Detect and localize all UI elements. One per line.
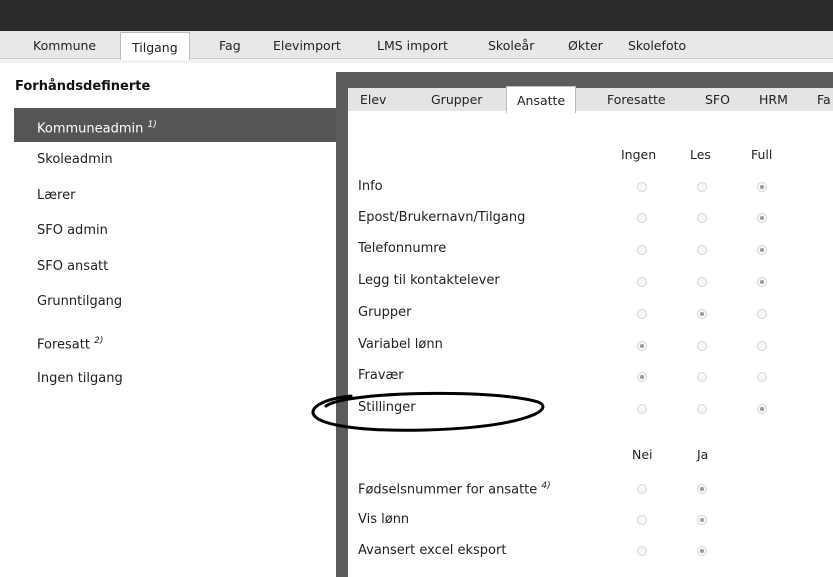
radio-button[interactable] xyxy=(757,182,767,192)
sidebar-item-grunntilgang[interactable]: Grunntilgang xyxy=(14,285,336,319)
row-label-fravaer: Fravær xyxy=(358,368,404,383)
radio-button[interactable] xyxy=(637,372,647,382)
tab-lms-import[interactable]: LMS import xyxy=(377,34,448,58)
radio-button[interactable] xyxy=(757,341,767,351)
radio-button[interactable] xyxy=(637,515,647,525)
radio-button[interactable] xyxy=(637,546,647,556)
radio-button[interactable] xyxy=(697,277,707,287)
radio-button[interactable] xyxy=(757,245,767,255)
tab-tilgang[interactable]: Tilgang xyxy=(120,32,190,60)
radio-button[interactable] xyxy=(697,213,707,223)
tab-skolear[interactable]: Skoleår xyxy=(488,34,534,58)
subtab-hrm[interactable]: HRM xyxy=(759,88,788,111)
sub-tab-bar: Elev Grupper Ansatte Foresatte SFO HRM F… xyxy=(348,86,833,113)
sidebar-item-sfo-admin[interactable]: SFO admin xyxy=(14,214,336,248)
radio-button[interactable] xyxy=(697,309,707,319)
radio-button[interactable] xyxy=(757,309,767,319)
row-label-vis-lonn: Vis lønn xyxy=(358,512,410,527)
subtab-fa[interactable]: Fa xyxy=(817,88,831,111)
sidebar-item-laerer[interactable]: Lærer xyxy=(14,179,336,213)
row-label-telefonnumre: Telefonnumre xyxy=(358,241,447,256)
subtab-ansatte[interactable]: Ansatte xyxy=(506,86,577,113)
radio-button[interactable] xyxy=(757,404,767,414)
radio-button[interactable] xyxy=(637,309,647,319)
subtab-sfo[interactable]: SFO xyxy=(705,88,730,111)
title-bar xyxy=(0,0,833,31)
row-label-epost: Epost/Brukernavn/Tilgang xyxy=(358,210,526,225)
radio-button[interactable] xyxy=(757,372,767,382)
sidebar-title: Forhåndsdefinerte xyxy=(15,79,151,94)
column-header-full: Full xyxy=(751,147,773,162)
sidebar-item-sfo-ansatt[interactable]: SFO ansatt xyxy=(14,250,336,284)
radio-button[interactable] xyxy=(697,546,707,556)
radio-button[interactable] xyxy=(697,404,707,414)
radio-button[interactable] xyxy=(637,277,647,287)
radio-button[interactable] xyxy=(757,277,767,287)
subtab-grupper[interactable]: Grupper xyxy=(431,88,482,111)
footnote-marker: 2) xyxy=(94,336,104,346)
radio-button[interactable] xyxy=(697,341,707,351)
radio-button[interactable] xyxy=(637,182,647,192)
radio-button[interactable] xyxy=(637,341,647,351)
footnote-marker: 4) xyxy=(541,481,551,491)
column-header-nei: Nei xyxy=(632,447,653,462)
main-tab-bar: Kommune Tilgang Fag Elevimport LMS impor… xyxy=(0,32,833,60)
radio-button[interactable] xyxy=(757,213,767,223)
radio-button[interactable] xyxy=(697,182,707,192)
tab-fag[interactable]: Fag xyxy=(219,34,241,58)
tab-skolefoto[interactable]: Skolefoto xyxy=(628,34,686,58)
radio-button[interactable] xyxy=(697,372,707,382)
row-label-info: Info xyxy=(358,179,383,194)
tab-tilgang-label: Tilgang xyxy=(132,40,178,55)
sidebar-item-foresatt[interactable]: Foresatt 2) xyxy=(14,324,336,358)
sidebar-item-label: Foresatt xyxy=(37,337,90,353)
sidebar-item-skoleadmin[interactable]: Skoleadmin xyxy=(14,143,336,177)
sidebar-item-label: Kommuneadmin xyxy=(37,121,144,137)
radio-button[interactable] xyxy=(637,404,647,414)
row-label-text: Fødselsnummer for ansatte xyxy=(358,482,538,498)
column-header-ingen: Ingen xyxy=(621,147,657,162)
row-label-variabel-lonn: Variabel lønn xyxy=(358,337,443,352)
subtab-foresatte[interactable]: Foresatte xyxy=(607,88,666,111)
sidebar-item-kommuneadmin[interactable]: Kommuneadmin 1) xyxy=(14,108,336,142)
subtab-elev[interactable]: Elev xyxy=(360,88,386,111)
radio-button[interactable] xyxy=(637,484,647,494)
column-header-ja: Ja xyxy=(697,447,709,462)
footnote-marker: 1) xyxy=(147,120,157,130)
row-label-fodselsnummer: Fødselsnummer for ansatte 4) xyxy=(358,481,551,497)
sidebar-item-ingen-tilgang[interactable]: Ingen tilgang xyxy=(14,362,336,396)
tab-kommune[interactable]: Kommune xyxy=(33,34,96,58)
radio-button[interactable] xyxy=(697,245,707,255)
row-label-kontaktelever: Legg til kontaktelever xyxy=(358,273,500,288)
row-label-excel-eksport: Avansert excel eksport xyxy=(358,543,507,558)
tab-okter[interactable]: Økter xyxy=(568,34,603,58)
column-header-les: Les xyxy=(690,147,711,162)
radio-button[interactable] xyxy=(697,484,707,494)
tab-elevimport[interactable]: Elevimport xyxy=(273,34,341,58)
radio-button[interactable] xyxy=(637,213,647,223)
radio-button[interactable] xyxy=(697,515,707,525)
row-label-grupper: Grupper xyxy=(358,305,412,320)
radio-button[interactable] xyxy=(637,245,647,255)
row-label-stillinger: Stillinger xyxy=(358,400,416,415)
